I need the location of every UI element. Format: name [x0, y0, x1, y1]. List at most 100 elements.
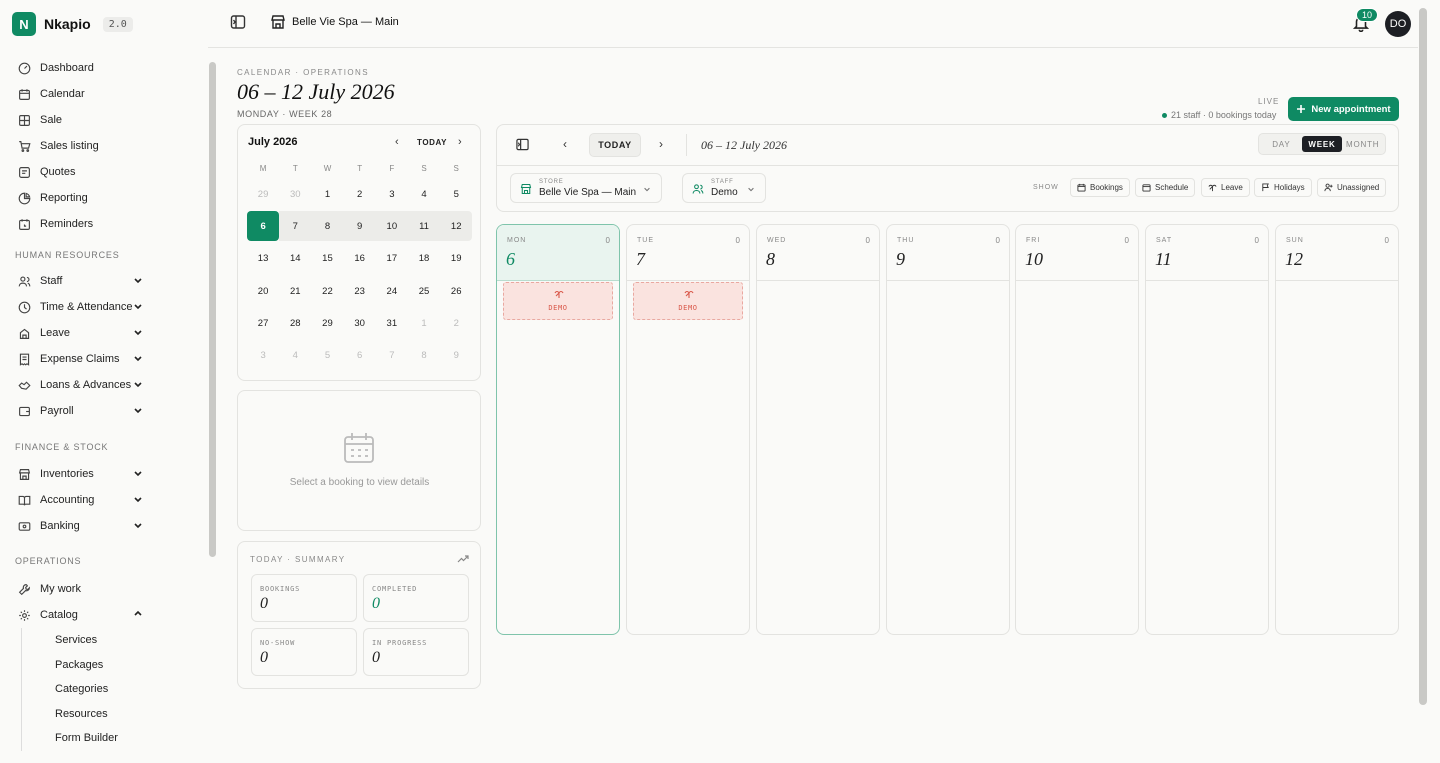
view-month-button[interactable]: MONTH — [1342, 136, 1383, 152]
day-column-wed[interactable]: WED 0 8 — [756, 224, 880, 635]
sidebar-item-quotes[interactable]: Quotes — [0, 159, 205, 185]
view-week-button[interactable]: WEEK — [1301, 136, 1343, 152]
calendar-day[interactable]: 3 — [376, 179, 408, 209]
sidebar-item-time-attendance[interactable]: Time & Attendance — [0, 294, 205, 320]
sidebar-item-dashboard[interactable]: Dashboard — [0, 55, 205, 81]
calendar-day[interactable]: 23 — [344, 276, 376, 306]
calendar-day[interactable]: 6 — [344, 341, 376, 371]
calendar-day[interactable]: 4 — [408, 179, 440, 209]
filter-holidays[interactable]: Holidays — [1254, 178, 1312, 197]
calendar-day[interactable]: 17 — [376, 244, 408, 274]
calendar-day[interactable]: 24 — [376, 276, 408, 306]
sidebar-item-payroll[interactable]: Payroll — [0, 398, 205, 424]
sidebar-subitem-packages[interactable]: Packages — [22, 653, 205, 678]
day-column-mon[interactable]: MON 0 6 DEMO — [496, 224, 620, 635]
sidebar-item-inventories[interactable]: Inventories — [0, 461, 205, 487]
sidebar-subitem-form-builder[interactable]: Form Builder — [22, 726, 205, 751]
demo-block[interactable]: DEMO — [633, 282, 743, 320]
calendar-day[interactable]: 8 — [408, 341, 440, 371]
staff-select[interactable]: STAFF Demo — [682, 173, 766, 203]
store-select[interactable]: STORE Belle Vie Spa — Main — [510, 173, 662, 203]
chevron-right-icon[interactable]: › — [458, 136, 462, 148]
sidebar-item-reporting[interactable]: Reporting — [0, 185, 205, 211]
calendar-day[interactable]: 9 — [343, 211, 376, 242]
sidebar-item-staff[interactable]: Staff — [0, 268, 205, 294]
sidebar-subitem-categories[interactable]: Categories — [22, 677, 205, 702]
calendar-day[interactable]: 29 — [247, 179, 279, 209]
sidebar-item-sale[interactable]: Sale — [0, 107, 205, 133]
sidebar-item-expense-claims[interactable]: Expense Claims — [0, 346, 205, 372]
new-appointment-button[interactable]: New appointment — [1288, 97, 1399, 121]
calendar-day[interactable]: 18 — [408, 244, 440, 274]
sidebar-item-catalog[interactable]: Catalog — [0, 602, 205, 628]
day-column-tue[interactable]: TUE 0 7 DEMO — [626, 224, 750, 635]
day-column-sun[interactable]: SUN 0 12 — [1275, 224, 1399, 635]
today-button[interactable]: TODAY — [589, 133, 641, 157]
calendar-day[interactable]: 7 — [376, 341, 408, 371]
sidebar-scrollbar[interactable] — [209, 62, 216, 557]
calendar-day[interactable]: 4 — [279, 341, 311, 371]
day-column-fri[interactable]: FRI 0 10 — [1015, 224, 1139, 635]
sidebar-item-calendar[interactable]: Calendar — [0, 81, 205, 107]
sidebar-item-accounting[interactable]: Accounting — [0, 487, 205, 513]
calendar-day[interactable]: 11 — [407, 211, 441, 242]
calendar-day[interactable]: 12 — [440, 211, 473, 242]
day-column-sat[interactable]: SAT 0 11 — [1145, 224, 1269, 635]
chevron-left-icon[interactable]: ‹ — [563, 137, 567, 151]
store-switcher[interactable]: Belle Vie Spa — Main — [270, 14, 399, 30]
calendar-day[interactable]: 28 — [279, 308, 311, 338]
calendar-day[interactable]: 1 — [311, 179, 343, 209]
calendar-day[interactable]: 30 — [279, 179, 311, 209]
calendar-day[interactable]: 2 — [344, 179, 376, 209]
calendar-day[interactable]: 13 — [247, 244, 279, 274]
calendar-day-selected[interactable]: 6 — [247, 211, 280, 242]
day-count: 0 — [605, 236, 610, 245]
calendar-day[interactable]: 27 — [247, 308, 279, 338]
filter-bookings[interactable]: Bookings — [1070, 178, 1130, 197]
sidebar-item-sales-listing[interactable]: Sales listing — [0, 133, 205, 159]
chevron-left-icon[interactable]: ‹ — [395, 136, 399, 148]
calendar-day[interactable]: 25 — [408, 276, 440, 306]
sidebar-subitem-resources[interactable]: Resources — [22, 702, 205, 727]
view-day-button[interactable]: DAY — [1261, 136, 1302, 152]
panel-toggle-icon[interactable] — [516, 138, 529, 151]
day-column-thu[interactable]: THU 0 9 — [886, 224, 1010, 635]
mini-calendar-today-button[interactable]: TODAY — [417, 138, 447, 147]
chevron-right-icon[interactable]: › — [659, 137, 663, 151]
sidebar-item-my-work[interactable]: My work — [0, 576, 205, 602]
calendar-day[interactable]: 31 — [376, 308, 408, 338]
calendar-day[interactable]: 22 — [311, 276, 343, 306]
calendar-day[interactable]: 10 — [375, 211, 408, 242]
calendar-day[interactable]: 26 — [440, 276, 472, 306]
calendar-day[interactable]: 20 — [247, 276, 279, 306]
sidebar-subitem-services[interactable]: Services — [22, 628, 205, 653]
calendar-day[interactable]: 7 — [279, 211, 312, 242]
calendar-day[interactable]: 21 — [279, 276, 311, 306]
stat-bookings: BOOKINGS 0 — [251, 574, 357, 622]
filter-leave[interactable]: Leave — [1201, 178, 1250, 197]
brand[interactable]: N Nkapio 2.0 — [12, 12, 133, 36]
avatar[interactable]: DO — [1385, 11, 1411, 37]
demo-block[interactable]: DEMO — [503, 282, 613, 320]
calendar-day[interactable]: 1 — [408, 308, 440, 338]
calendar-day[interactable]: 29 — [311, 308, 343, 338]
calendar-day[interactable]: 5 — [440, 179, 472, 209]
filter-unassigned[interactable]: Unassigned — [1317, 178, 1387, 197]
sidebar-toggle-icon[interactable] — [230, 14, 246, 30]
calendar-day[interactable]: 9 — [440, 341, 472, 371]
calendar-day[interactable]: 19 — [440, 244, 472, 274]
sidebar-item-loans-advances[interactable]: Loans & Advances — [0, 372, 205, 398]
calendar-day[interactable]: 14 — [279, 244, 311, 274]
calendar-day[interactable]: 16 — [344, 244, 376, 274]
page-scrollbar[interactable] — [1419, 8, 1427, 705]
sidebar-item-reminders[interactable]: Reminders — [0, 211, 205, 237]
calendar-day[interactable]: 2 — [440, 308, 472, 338]
sidebar-item-banking[interactable]: Banking — [0, 513, 205, 539]
calendar-day[interactable]: 5 — [311, 341, 343, 371]
calendar-day[interactable]: 15 — [311, 244, 343, 274]
sidebar-item-leave[interactable]: Leave — [0, 320, 205, 346]
calendar-day[interactable]: 30 — [344, 308, 376, 338]
calendar-day[interactable]: 8 — [311, 211, 344, 242]
filter-schedule[interactable]: Schedule — [1135, 178, 1196, 197]
calendar-day[interactable]: 3 — [247, 341, 279, 371]
